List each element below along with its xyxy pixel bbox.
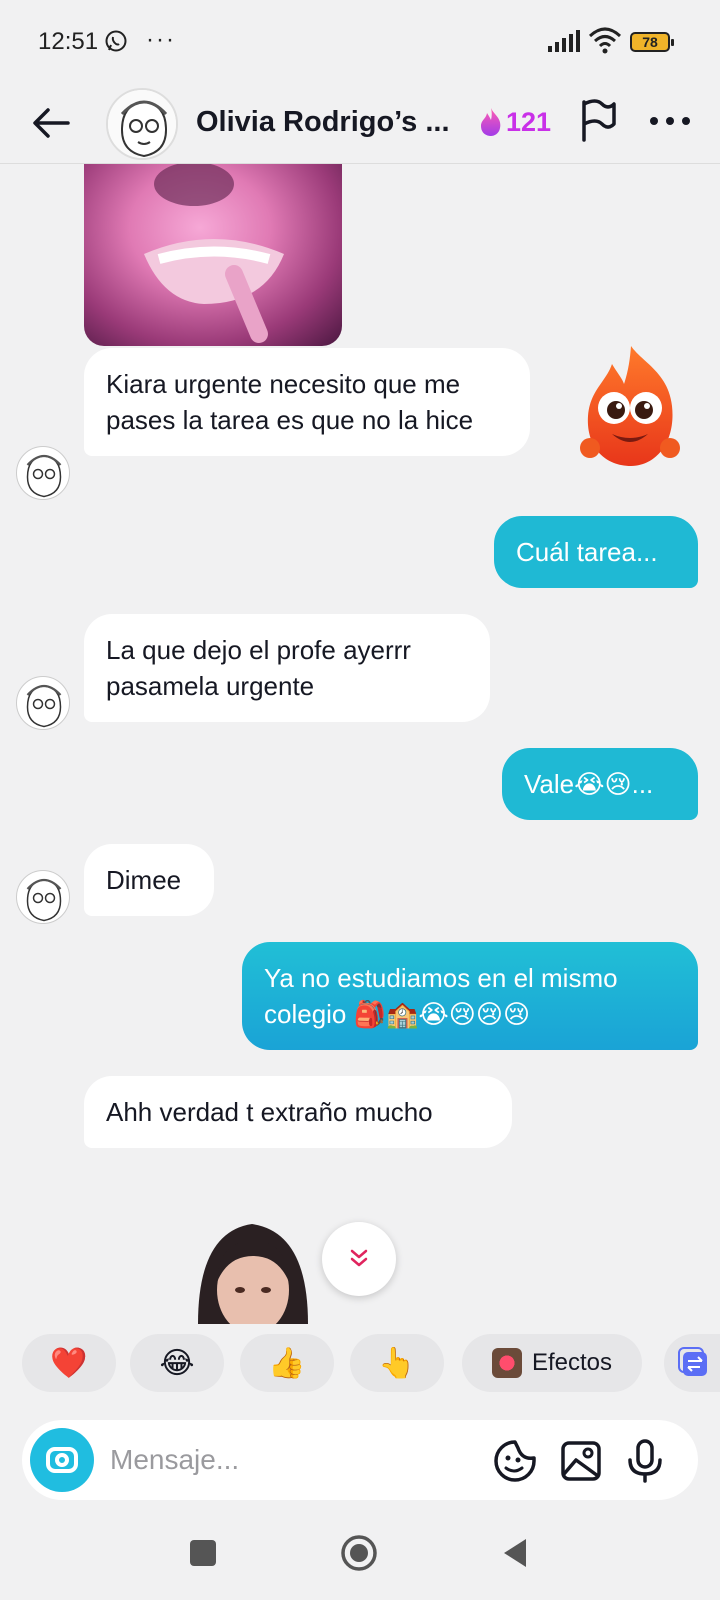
battery-indicator: 78 [630,32,674,52]
home-icon[interactable] [340,1534,378,1572]
message-input[interactable] [110,1438,410,1482]
effects-thumbnail [491,1348,522,1378]
reaction-emoji: 😂 [159,1346,195,1380]
image-icon[interactable] [558,1438,604,1484]
quick-reaction-laugh[interactable]: 😂 [130,1334,224,1392]
video-thumbnail-image [198,1224,308,1324]
message-bubble-incoming[interactable]: La que dejo el profe ayerrr pasamela urg… [84,614,490,722]
status-more-dots: ··· [146,26,176,53]
message-bubble-outgoing[interactable]: Cuál tarea... [494,516,698,588]
more-reactions-button[interactable] [664,1334,720,1392]
streak-badge[interactable]: 121 [478,102,551,142]
avatar-illustration [26,454,62,498]
flame-icon [481,108,501,136]
avatar[interactable] [16,870,70,924]
message-text: La que dejo el profe ayerrr pasamela urg… [106,635,411,701]
camera-icon [46,1447,78,1473]
chat-title[interactable]: Olivia Rodrigo’s ... [196,106,450,139]
avatar[interactable] [16,446,70,500]
effects-label: Efectos [531,1349,613,1376]
quick-reaction-thumbs-up[interactable]: 👍 [240,1334,334,1392]
avatar-illustration [26,684,62,728]
photo-content [144,164,284,343]
mic-icon[interactable] [622,1438,668,1484]
more-icon[interactable] [648,106,692,136]
swap-cards-icon [678,1347,707,1376]
message-bubble-incoming[interactable]: Dimee [84,844,214,916]
quick-reactions-bar: ❤️ 😂 👍 👆 Efectos [0,1334,720,1394]
message-text: Dimee [106,865,182,895]
whatsapp-icon [105,30,127,52]
status-bar: 12:51 ··· 78 [0,0,720,84]
sticker-icon[interactable] [492,1438,538,1484]
back-arrow-icon[interactable] [28,100,74,146]
avatar[interactable] [106,88,178,160]
message-bubble-outgoing[interactable]: Vale😭😢... [502,748,698,820]
effects-button[interactable]: Efectos [462,1334,642,1392]
message-list[interactable]: Kiara urgente necesito que me pases la t… [0,164,720,1324]
camera-button[interactable] [30,1428,94,1492]
message-bubble-outgoing[interactable]: Ya no estudiamos en el mismo colegio 🎒🏫😭… [242,942,698,1050]
shared-video-thumbnail[interactable] [188,1212,318,1324]
chevron-down-icon [350,1249,368,1267]
recent-apps-icon[interactable] [190,1540,216,1566]
message-text: Cuál tarea... [516,537,658,567]
reaction-emoji: ❤️ [50,1346,88,1380]
flag-icon[interactable] [576,98,620,144]
message-text: Ya no estudiamos en el mismo colegio 🎒🏫😭… [264,963,618,1029]
message-composer [22,1420,698,1500]
reaction-emoji: 👆 [378,1346,416,1380]
nav-back-icon[interactable] [500,1536,530,1570]
chat-header: Olivia Rodrigo’s ... 121 [0,84,720,164]
message-text: Ahh verdad t extraño mucho [106,1097,433,1127]
photo-message[interactable] [84,164,342,346]
avatar-illustration [108,90,176,158]
reaction-emoji: 👍 [268,1346,306,1380]
quick-reaction-heart[interactable]: ❤️ [22,1334,116,1392]
system-navigation-bar [0,1510,720,1600]
message-bubble-incoming[interactable]: Kiara urgente necesito que me pases la t… [84,348,530,456]
signal-icon [548,30,580,52]
quick-reaction-point-up[interactable]: 👆 [350,1334,444,1392]
status-time: 12:51 [38,28,99,55]
avatar[interactable] [16,676,70,730]
message-text: Kiara urgente necesito que me pases la t… [106,369,474,435]
avatar-illustration [26,878,62,922]
streak-count: 121 [506,106,552,137]
message-text: Vale😭😢... [524,769,654,799]
fire-mascot-sticker[interactable] [576,342,686,470]
message-bubble-incoming[interactable]: Ahh verdad t extraño mucho [84,1076,512,1148]
wifi-icon [588,27,622,54]
scroll-to-bottom-button[interactable] [322,1222,396,1296]
